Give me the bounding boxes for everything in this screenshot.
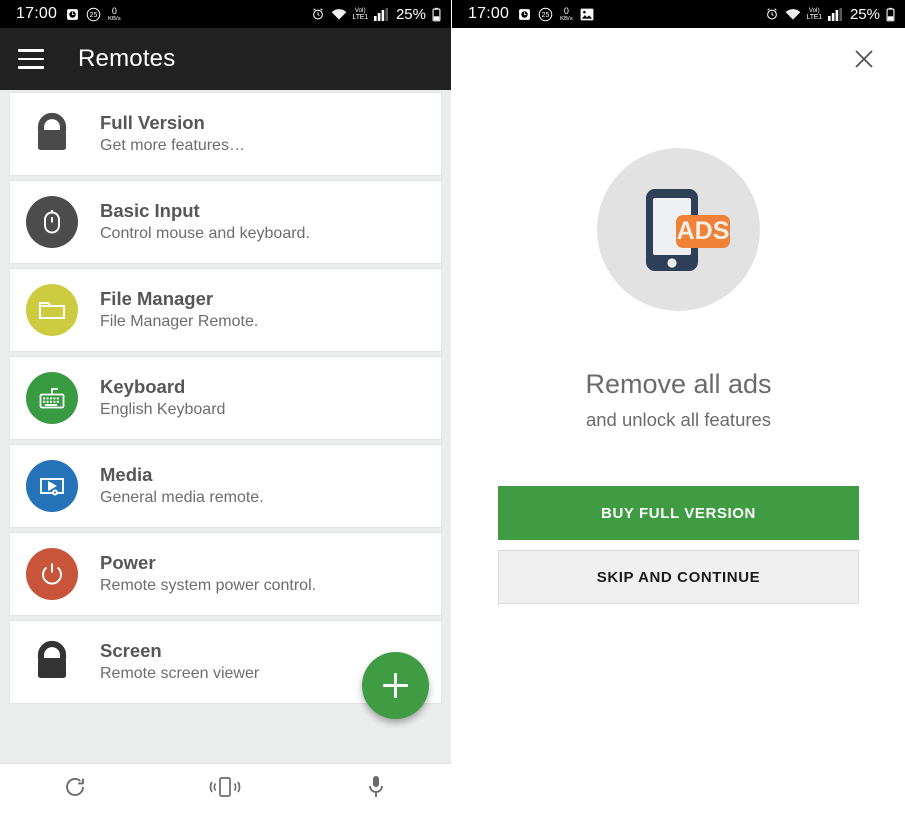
dual-screenshot-container: 17:00 25 0 KB/s VoI) LTE1 25% Remotes Fu… <box>0 0 905 815</box>
media-play-icon <box>26 460 78 512</box>
list-item-power[interactable]: Power Remote system power control. <box>10 533 441 615</box>
battery-percent-label: 25% <box>395 5 426 23</box>
status-bar-right: 17:00 25 0 KB/s VoI) LTE1 25% <box>452 0 905 28</box>
add-remote-fab[interactable] <box>362 652 429 719</box>
right-phone-screen: 17:00 25 0 KB/s VoI) LTE1 25% ADS Remove… <box>452 0 905 815</box>
notification-count-badge: 25 <box>86 7 101 22</box>
list-item-subtitle: Remote system power control. <box>100 577 317 595</box>
list-item-full-version[interactable]: Full Version Get more features… <box>10 93 441 175</box>
list-item-subtitle: File Manager Remote. <box>100 313 259 331</box>
data-speed-indicator: 0 KB/s <box>560 5 573 22</box>
battery-icon <box>432 7 441 22</box>
remotes-list[interactable]: Full Version Get more features… Basic In… <box>0 90 451 763</box>
data-speed-indicator: 0 KB/s <box>108 5 121 22</box>
list-item-text: Full Version Get more features… <box>100 111 245 157</box>
clock-icon <box>518 8 531 21</box>
folder-icon <box>26 284 78 336</box>
list-item-subtitle: Get more features… <box>100 137 245 155</box>
device-vibrate-icon <box>208 775 242 804</box>
keyboard-icon <box>26 372 78 424</box>
mouse-icon <box>26 196 78 248</box>
refresh-icon <box>63 775 87 804</box>
list-item-title: File Manager <box>100 288 214 310</box>
promo-headline: Remove all ads <box>585 369 772 399</box>
notification-count-badge: 25 <box>538 7 553 22</box>
list-item-title: Media <box>100 464 153 486</box>
app-bar: Remotes <box>0 28 451 90</box>
svg-text:25: 25 <box>90 12 98 19</box>
list-item-media[interactable]: Media General media remote. <box>10 445 441 527</box>
hamburger-menu-icon[interactable] <box>18 49 44 69</box>
alarm-icon <box>311 7 325 21</box>
skip-and-continue-button[interactable]: SKIP AND CONTINUE <box>498 550 859 604</box>
hamburger-line <box>18 57 44 61</box>
promo-header <box>452 28 905 90</box>
plus-icon <box>394 673 397 698</box>
connect-device-button[interactable] <box>150 775 300 804</box>
list-item-title: Full Version <box>100 112 205 134</box>
left-phone-screen: 17:00 25 0 KB/s VoI) LTE1 25% Remotes Fu… <box>0 0 452 815</box>
list-item-text: Power Remote system power control. <box>100 551 316 597</box>
phone-ads-icon: ADS <box>597 148 760 311</box>
microphone-icon <box>365 774 387 805</box>
status-left-icons: 25 0 KB/s <box>66 5 121 22</box>
hamburger-line <box>18 66 44 69</box>
promo-actions: BUY FULL VERSION SKIP AND CONTINUE <box>452 486 905 604</box>
status-time: 17:00 <box>468 5 510 22</box>
alarm-icon <box>765 7 779 21</box>
battery-percent-label: 25% <box>849 5 880 23</box>
lock-icon <box>26 108 78 160</box>
signal-bars-icon <box>373 7 388 21</box>
image-icon <box>580 8 594 21</box>
page-title: Remotes <box>78 45 176 72</box>
list-item-title: Power <box>100 552 156 574</box>
voice-button[interactable] <box>301 774 451 805</box>
volte-icon: VoI) LTE1 <box>352 7 369 21</box>
volte-icon: VoI) LTE1 <box>806 7 823 21</box>
status-right-icons: VoI) LTE1 25% <box>311 6 441 23</box>
list-item-text: Basic Input Control mouse and keyboard. <box>100 199 310 245</box>
list-item-subtitle: Control mouse and keyboard. <box>100 225 310 243</box>
list-item-subtitle: General media remote. <box>100 489 264 507</box>
list-item-keyboard[interactable]: Keyboard English Keyboard <box>10 357 441 439</box>
refresh-button[interactable] <box>0 775 150 804</box>
status-bar-left: 17:00 25 0 KB/s VoI) LTE1 25% <box>0 0 451 28</box>
list-item-file-manager[interactable]: File Manager File Manager Remote. <box>10 269 441 351</box>
wifi-icon <box>331 7 347 21</box>
list-item-title: Basic Input <box>100 200 200 222</box>
list-item-title: Screen <box>100 640 162 662</box>
list-item-text: Screen Remote screen viewer <box>100 639 259 685</box>
clock-icon <box>66 8 79 21</box>
promo-subheadline: and unlock all features <box>585 409 772 430</box>
hamburger-line <box>18 49 44 52</box>
ads-badge-text: ADS <box>676 217 729 245</box>
battery-icon <box>886 7 895 22</box>
buy-full-version-button[interactable]: BUY FULL VERSION <box>498 486 859 540</box>
wifi-icon <box>785 7 801 21</box>
list-item-text: Keyboard English Keyboard <box>100 375 225 421</box>
signal-bars-icon <box>827 7 842 21</box>
status-left-icons: 25 0 KB/s <box>518 5 594 22</box>
list-item-text: Media General media remote. <box>100 463 264 509</box>
power-icon <box>26 548 78 600</box>
status-right-icons: VoI) LTE1 25% <box>765 6 895 23</box>
lock-icon <box>26 636 78 688</box>
status-time: 17:00 <box>16 5 58 22</box>
bottom-toolbar <box>0 763 451 815</box>
list-item-basic-input[interactable]: Basic Input Control mouse and keyboard. <box>10 181 441 263</box>
promo-content: ADS Remove all ads and unlock all featur… <box>452 90 905 815</box>
close-icon[interactable] <box>849 44 879 74</box>
list-item-text: File Manager File Manager Remote. <box>100 287 258 333</box>
list-item-title: Keyboard <box>100 376 186 398</box>
svg-text:25: 25 <box>542 12 550 19</box>
list-item-subtitle: Remote screen viewer <box>100 665 260 683</box>
list-item-subtitle: English Keyboard <box>100 401 226 419</box>
